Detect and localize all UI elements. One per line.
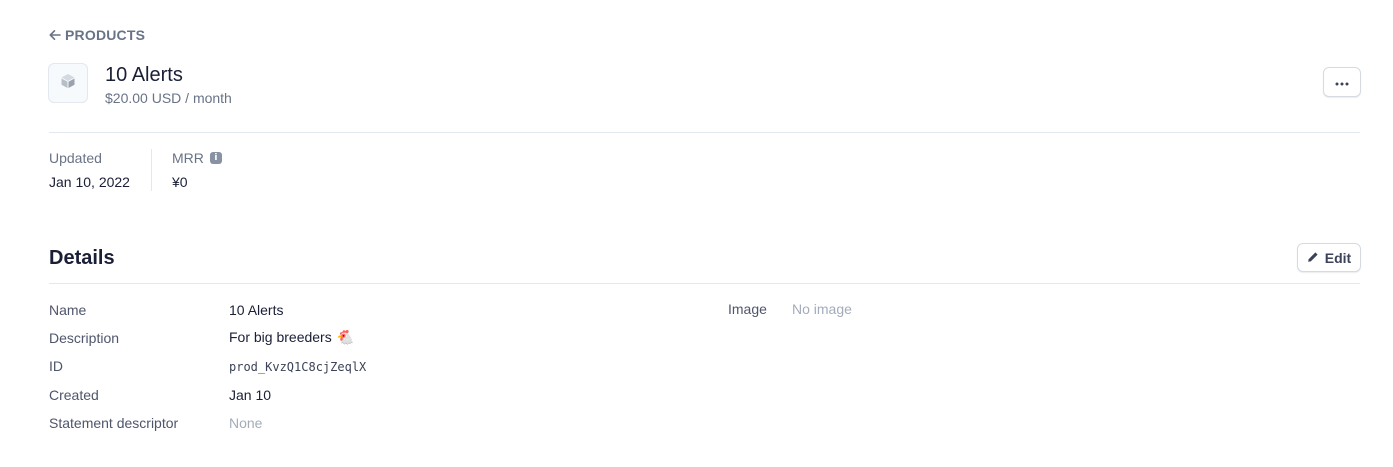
field-label-name: Name: [49, 302, 87, 318]
stat-separator: [151, 149, 152, 191]
box-icon: [60, 73, 76, 94]
more-actions-button[interactable]: [1323, 67, 1361, 97]
field-value-name: 10 Alerts: [229, 302, 284, 318]
product-image-placeholder: [48, 63, 88, 103]
edit-details-button[interactable]: Edit: [1297, 243, 1361, 272]
back-to-products-link[interactable]: PRODUCTS: [49, 27, 145, 43]
stat-mrr: MRR i ¥0: [172, 150, 222, 190]
arrow-left-icon: [49, 29, 61, 41]
details-heading: Details: [49, 247, 115, 269]
field-label-id: ID: [49, 358, 63, 374]
header-divider: [49, 132, 1360, 133]
details-divider: [49, 283, 1360, 284]
field-value-created: Jan 10: [229, 387, 272, 403]
back-link-label: PRODUCTS: [65, 27, 146, 43]
field-value-statement-descriptor: None: [229, 415, 263, 431]
field-label-image: Image: [728, 301, 767, 317]
edit-button-label: Edit: [1324, 249, 1352, 266]
chicken-icon: 🐔: [336, 329, 355, 345]
field-label-statement-descriptor: Statement descriptor: [49, 415, 179, 431]
info-icon[interactable]: i: [209, 152, 222, 164]
product-price: $20.00 USD / month: [105, 90, 232, 106]
description-text: For big breeders: [229, 329, 332, 345]
product-title: 10 Alerts: [105, 64, 183, 86]
field-value-id[interactable]: prod_KvzQ1C8cjZeqlX: [229, 359, 366, 375]
stat-mrr-value: ¥0: [172, 174, 188, 190]
stat-mrr-label: MRR: [172, 150, 204, 166]
pencil-icon: [1307, 250, 1319, 266]
field-label-created: Created: [49, 387, 99, 403]
stat-updated-label: Updated: [49, 150, 102, 166]
more-horizontal-icon: [1335, 73, 1349, 91]
stat-updated: Updated Jan 10, 2022: [49, 150, 130, 190]
stat-updated-value: Jan 10, 2022: [49, 174, 130, 190]
field-value-description: For big breeders 🐔: [229, 329, 354, 345]
field-value-image: No image: [792, 301, 852, 317]
field-label-description: Description: [49, 330, 120, 346]
